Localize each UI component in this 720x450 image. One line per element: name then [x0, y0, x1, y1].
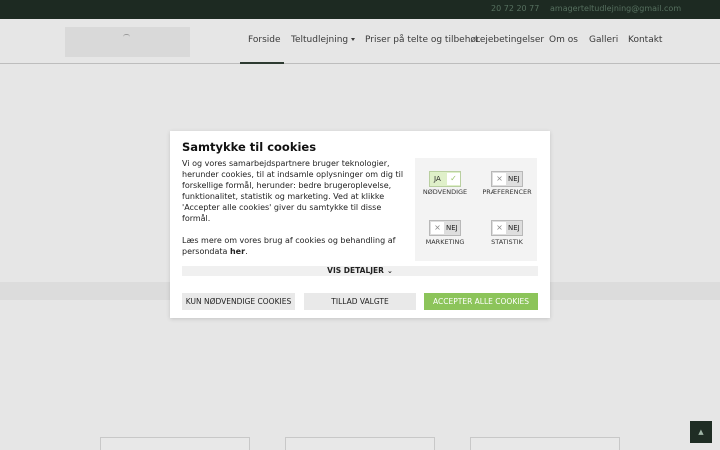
category-label-necessary: NØDVENDIGE — [422, 188, 468, 196]
category-label-preferences: PRÆFERENCER — [482, 188, 532, 196]
close-icon: × — [493, 222, 506, 234]
toggle-marketing[interactable]: × NEJ — [429, 220, 461, 236]
toggle-state-label: NEJ — [508, 224, 520, 232]
category-label-statistics: STATISTIK — [491, 238, 523, 246]
dialog-title: Samtykke til cookies — [182, 140, 317, 154]
toggle-necessary[interactable]: JA ✓ — [429, 171, 461, 187]
toggle-preferences[interactable]: × NEJ — [491, 171, 523, 187]
toggle-state-label: NEJ — [508, 175, 520, 183]
necessary-only-button[interactable]: KUN NØDVENDIGE COOKIES — [182, 293, 295, 310]
category-label-marketing: MARKETING — [425, 238, 465, 246]
privacy-link[interactable]: her — [230, 247, 245, 256]
close-icon: × — [493, 173, 506, 185]
dialog-body: Vi og vores samarbejdspartnere bruger te… — [182, 158, 407, 268]
check-icon: ✓ — [447, 173, 460, 185]
accept-all-button[interactable]: ACCEPTER ALLE COOKIES — [424, 293, 538, 310]
dialog-paragraph-privacy: Læs mere om vores brug af cookies og beh… — [182, 235, 407, 257]
toggle-state-label: NEJ — [446, 224, 458, 232]
allow-selected-button[interactable]: TILLAD VALGTE — [304, 293, 416, 310]
privacy-text-suffix: . — [245, 247, 248, 256]
toggle-state-label: JA — [434, 175, 441, 183]
dialog-paragraph: Vi og vores samarbejdspartnere bruger te… — [182, 159, 404, 223]
cookie-consent-dialog: Samtykke til cookies Vi og vores samarbe… — [170, 131, 550, 318]
cookie-overlay: Samtykke til cookies Vi og vores samarbe… — [0, 0, 720, 450]
show-details-button[interactable]: VIS DETALJER ⌄ — [182, 266, 538, 276]
toggle-statistics[interactable]: × NEJ — [491, 220, 523, 236]
show-details-label: VIS DETALJER — [327, 266, 384, 275]
close-icon: × — [431, 222, 444, 234]
chevron-down-icon: ⌄ — [386, 267, 393, 275]
privacy-text: Læs mere om vores brug af cookies og beh… — [182, 236, 396, 256]
consent-categories: JA ✓ NØDVENDIGE × NEJ PRÆFERENCER × NEJ … — [415, 158, 537, 261]
